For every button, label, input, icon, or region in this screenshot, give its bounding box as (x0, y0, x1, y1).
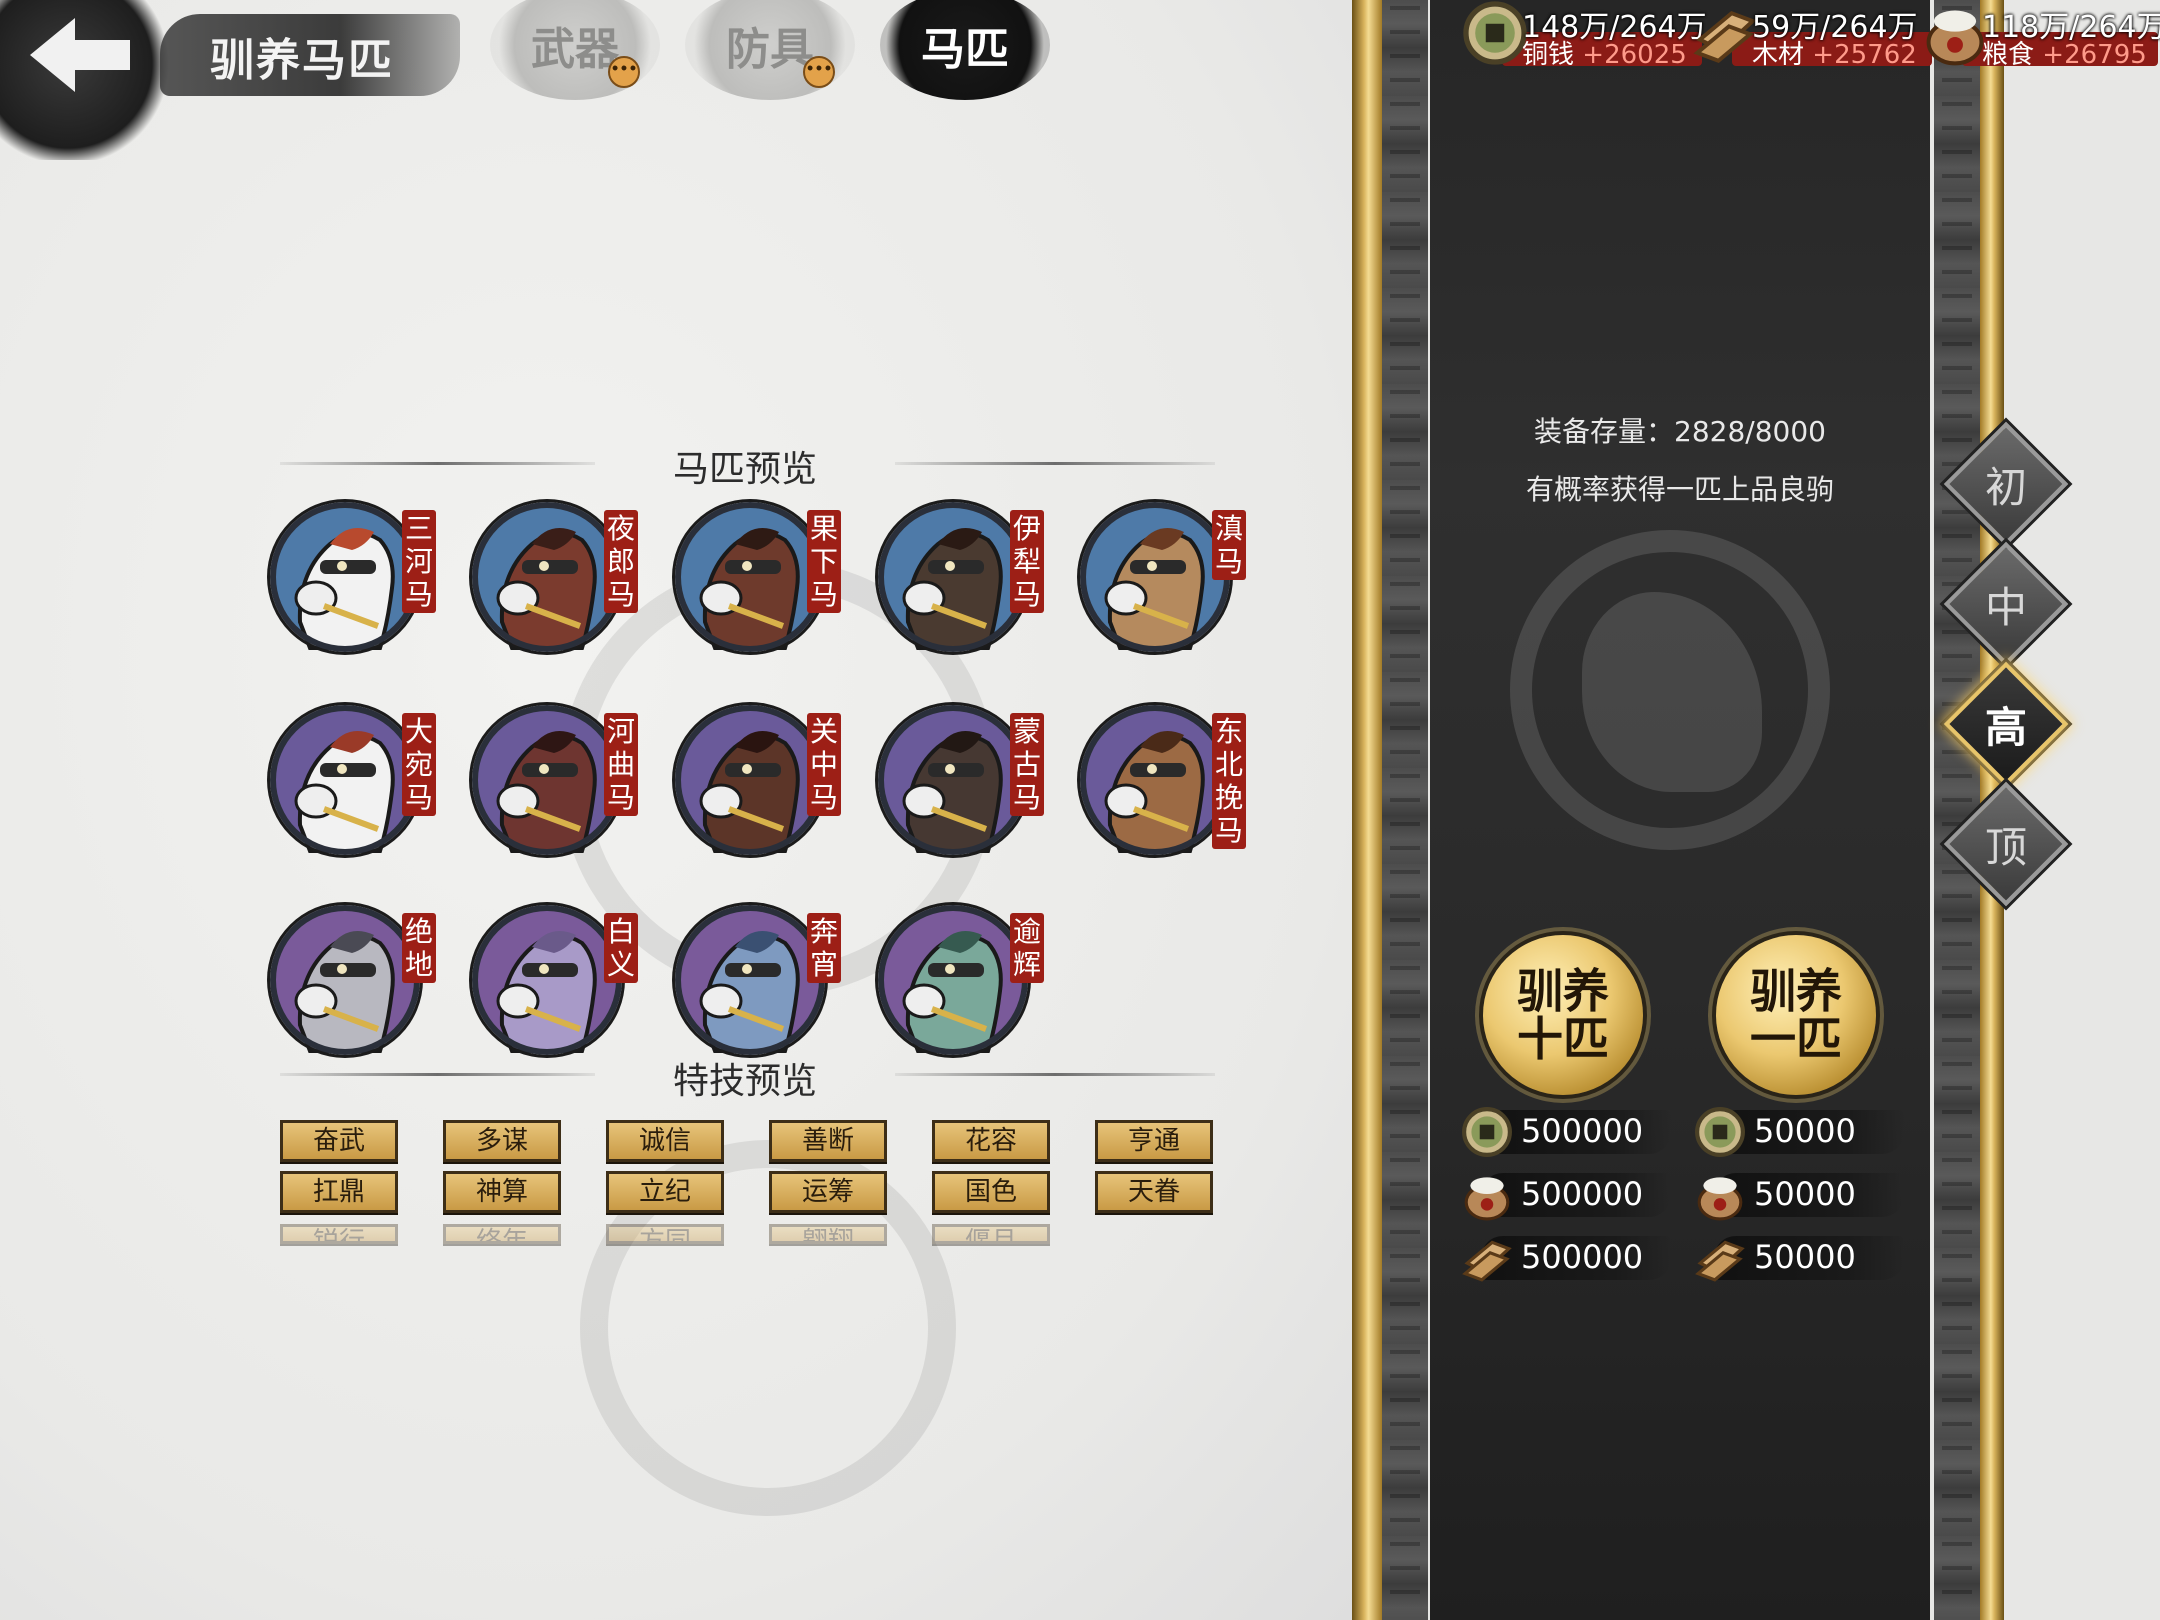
skill-tag[interactable]: 善断 (769, 1120, 887, 1162)
cost-value: 50000 (1754, 1175, 1856, 1213)
recruit-button-label: 驯养一匹 (1750, 964, 1842, 1066)
cost-value: 50000 (1754, 1112, 1856, 1150)
cost-row: 50000 (1694, 1104, 1904, 1162)
grain-icon (1461, 1169, 1513, 1225)
resource-name: 木材 (1752, 40, 1805, 70)
cost-value: 500000 (1521, 1112, 1644, 1150)
horse-card[interactable]: 蒙古马 (878, 705, 1044, 855)
cost-value: 500000 (1521, 1175, 1644, 1213)
horse-preview-title: 马匹预览 (672, 449, 817, 490)
tab-horses-label: 马匹 (921, 24, 1009, 75)
skill-tag[interactable]: 天眷 (1095, 1171, 1213, 1213)
grain-icon (1922, 0, 1988, 70)
coin-icon (1462, 0, 1528, 70)
recruit-button-label: 驯养十匹 (1517, 964, 1609, 1066)
coin-icon (1694, 1106, 1746, 1162)
cost-row: 50000 (1694, 1167, 1904, 1225)
skill-tag[interactable]: 神算 (443, 1171, 561, 1213)
skill-tag[interactable]: 扛鼎 (280, 1171, 398, 1213)
horse-card[interactable]: 逾辉 (878, 905, 1044, 1055)
skill-tag[interactable]: 多谋 (443, 1120, 561, 1162)
resource-rate: +26795 (2042, 40, 2147, 70)
scroll-gold-edge-left (1352, 0, 1382, 1620)
horse-name: 大宛马 (402, 713, 436, 816)
skill-tag-partial: 络年 (443, 1224, 561, 1244)
cost-row: 500000 (1461, 1230, 1671, 1288)
tab-weapons-label: 武器 (531, 24, 619, 75)
more-badge-icon: ••• (803, 56, 835, 88)
horse-name: 绝地 (402, 913, 436, 983)
skill-tag[interactable]: 诚信 (606, 1120, 724, 1162)
horse-card[interactable]: 果下马 (675, 502, 841, 652)
horse-card[interactable]: 绝地 (270, 905, 436, 1055)
page-title: 驯养马匹 (210, 35, 394, 86)
horse-card[interactable]: 关中马 (675, 705, 841, 855)
resource-name: 粮食 (1982, 40, 2035, 70)
horse-card[interactable]: 白义 (472, 905, 638, 1055)
tier-label: 顶 (1984, 822, 2027, 872)
horse-name: 夜郎马 (604, 510, 638, 613)
section-divider-left (280, 1073, 595, 1076)
skill-tag[interactable]: 立纪 (606, 1171, 724, 1213)
wood-icon (1694, 1232, 1746, 1288)
tier-label: 高 (1984, 702, 2027, 752)
back-button[interactable] (0, 0, 170, 160)
section-divider-left (280, 462, 595, 465)
horse-name: 果下马 (807, 510, 841, 613)
horse-name: 伊犁马 (1010, 510, 1044, 613)
skill-tag[interactable]: 国色 (932, 1171, 1050, 1213)
tab-armor-label: 防具 (726, 24, 814, 75)
horse-card[interactable]: 三河马 (270, 502, 436, 652)
cost-value: 50000 (1754, 1238, 1856, 1276)
horse-card[interactable]: 伊犁马 (878, 502, 1044, 652)
equipment-storage: 装备存量：2828/8000 (1534, 415, 1826, 448)
grain-icon (1694, 1169, 1746, 1225)
horse-name: 河曲马 (604, 713, 638, 816)
skill-tag-partial: 锐行 (280, 1224, 398, 1244)
horse-card[interactable]: 河曲马 (472, 705, 638, 855)
horse-name: 东北挽马 (1212, 713, 1246, 849)
resource-rate: +26025 (1582, 40, 1687, 70)
horse-card[interactable]: 夜郎马 (472, 502, 638, 652)
skill-tag-partial: 翱翔 (769, 1224, 887, 1244)
cost-value: 500000 (1521, 1238, 1644, 1276)
horse-card[interactable]: 大宛马 (270, 705, 436, 855)
horse-name: 滇马 (1212, 510, 1246, 580)
recruit-ten-button[interactable]: 驯养十匹 (1483, 935, 1643, 1095)
back-arrow-icon (30, 18, 130, 92)
tier-label: 中 (1984, 582, 2027, 632)
horse-name: 白义 (604, 913, 638, 983)
skill-tag[interactable]: 花容 (932, 1120, 1050, 1162)
resource-rate: +25762 (1812, 40, 1917, 70)
horse-name: 蒙古马 (1010, 713, 1044, 816)
resource-name: 铜钱 (1522, 40, 1575, 70)
horse-card[interactable]: 滇马 (1080, 502, 1246, 652)
cost-row: 500000 (1461, 1104, 1671, 1162)
tier-label: 初 (1984, 462, 2027, 512)
skill-tag-partial: 偃月 (932, 1224, 1050, 1244)
skill-preview-title: 特技预览 (672, 1061, 817, 1102)
coin-icon (1461, 1106, 1513, 1162)
skill-tag[interactable]: 亨通 (1095, 1120, 1213, 1162)
recruit-one-button[interactable]: 驯养一匹 (1716, 935, 1876, 1095)
horse-card[interactable]: 奔宵 (675, 905, 841, 1055)
more-badge-icon: ••• (608, 56, 640, 88)
wood-icon (1692, 0, 1758, 70)
section-divider-right (895, 462, 1215, 465)
scroll-pattern-left (1382, 0, 1428, 1620)
section-divider-right (895, 1073, 1215, 1076)
cost-row: 500000 (1461, 1167, 1671, 1225)
horse-name: 奔宵 (807, 913, 841, 983)
horse-name: 逾辉 (1010, 913, 1044, 983)
horse-name: 三河马 (402, 510, 436, 613)
horse-emblem-icon (1510, 530, 1830, 850)
rare-horse-hint: 有概率获得一匹上品良驹 (1525, 473, 1834, 506)
skill-tag-partial: 方同 (606, 1224, 724, 1244)
horse-card[interactable]: 东北挽马 (1080, 705, 1246, 855)
skill-tag[interactable]: 运筹 (769, 1171, 887, 1213)
wood-icon (1461, 1232, 1513, 1288)
cost-row: 50000 (1694, 1230, 1904, 1288)
skill-tag[interactable]: 奋武 (280, 1120, 398, 1162)
horse-name: 关中马 (807, 713, 841, 816)
